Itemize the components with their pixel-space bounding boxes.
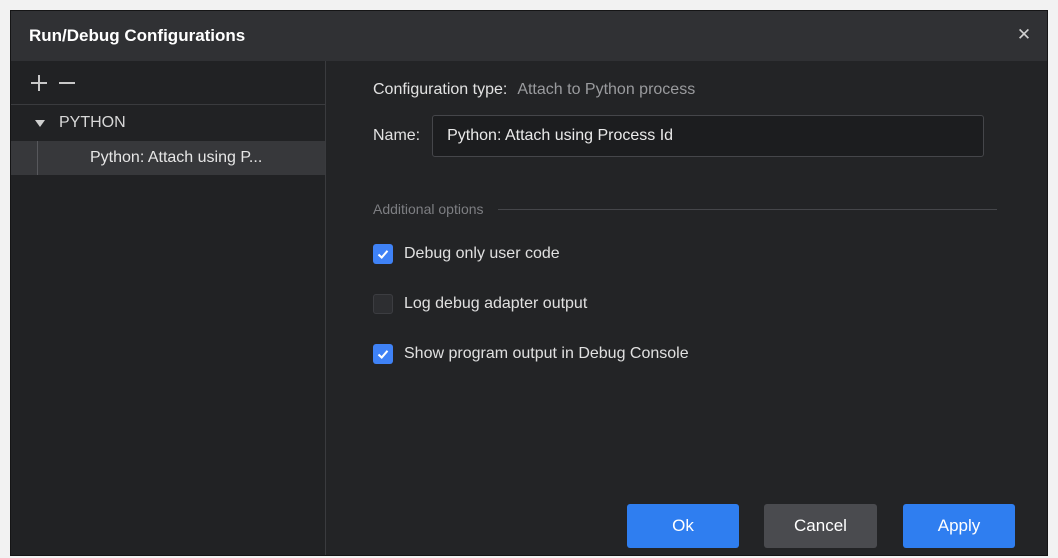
run-debug-dialog: Run/Debug Configurations ✕ PYTHON Python… [10, 10, 1048, 556]
name-input[interactable] [432, 115, 985, 157]
tree-item-label: Python: Attach using P... [90, 149, 263, 166]
tree-group-label: PYTHON [59, 114, 126, 131]
configuration-type-row: Configuration type: Attach to Python proc… [373, 81, 695, 99]
cancel-button[interactable]: Cancel [764, 504, 877, 548]
add-configuration-button[interactable] [27, 71, 51, 95]
configuration-type-value: Attach to Python process [517, 81, 696, 98]
dialog-title: Run/Debug Configurations [29, 26, 246, 45]
checkbox-checked-icon[interactable] [373, 244, 393, 264]
ok-button[interactable]: Ok [627, 504, 739, 548]
close-icon[interactable]: ✕ [1015, 25, 1033, 44]
additional-options-header: Additional options [373, 201, 997, 217]
tree-guide-line [37, 141, 38, 175]
name-label: Name: [373, 127, 421, 144]
name-row: Name: [373, 115, 985, 157]
caret-down-icon[interactable] [35, 119, 45, 127]
remove-configuration-button[interactable] [55, 71, 79, 95]
configuration-panel: Configuration type: Attach to Python proc… [327, 61, 1047, 555]
minus-icon [59, 75, 75, 91]
sidebar-toolbar [11, 61, 325, 105]
dialog-titlebar: Run/Debug Configurations ✕ [11, 11, 1047, 61]
option-label: Debug only user code [404, 245, 560, 262]
tree-group-python[interactable]: PYTHON [11, 105, 325, 141]
checkbox-unchecked-icon[interactable] [373, 294, 393, 314]
configurations-sidebar: PYTHON Python: Attach using P... [11, 61, 326, 555]
tree-item-python-attach[interactable]: Python: Attach using P... [11, 141, 325, 175]
option-label: Show program output in Debug Console [404, 345, 689, 362]
apply-button[interactable]: Apply [903, 504, 1015, 548]
plus-icon [31, 74, 47, 91]
additional-options-label: Additional options [373, 201, 484, 217]
option-debug-only-user-code[interactable]: Debug only user code [373, 244, 560, 264]
section-divider [497, 208, 997, 210]
option-label: Log debug adapter output [404, 295, 588, 312]
option-show-program-output[interactable]: Show program output in Debug Console [373, 344, 689, 364]
configuration-type-label: Configuration type: [373, 81, 508, 98]
option-log-debug-adapter-output[interactable]: Log debug adapter output [373, 294, 587, 314]
checkbox-checked-icon[interactable] [373, 344, 393, 364]
